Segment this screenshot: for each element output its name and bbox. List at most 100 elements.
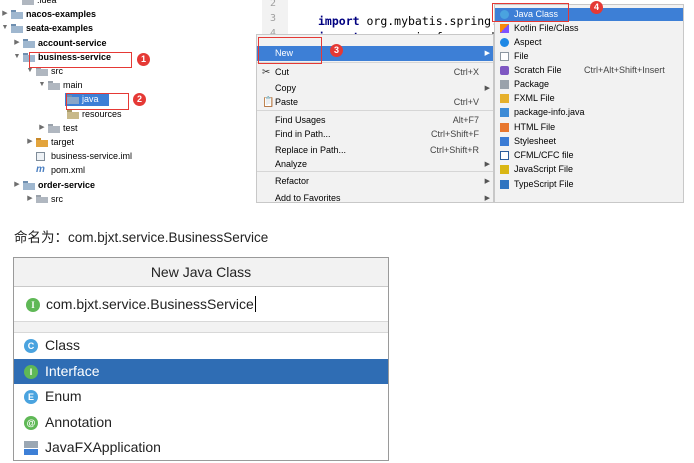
chevron-right-icon[interactable]: ▶ <box>13 36 21 50</box>
menu-item-shortcut: Alt+F7 <box>452 115 479 125</box>
submenu-item-label: Stylesheet <box>514 136 557 146</box>
menu-item-shortcut: Ctrl+Shift+R <box>429 145 479 155</box>
kind-option-label: Interface <box>45 362 100 379</box>
tree-item-label: business-service.iml <box>51 151 133 162</box>
folder-icon <box>36 67 48 76</box>
submenu-item-label: Aspect <box>514 36 542 47</box>
menu-item-shortcut: Ctrl+V <box>453 97 479 107</box>
submenu-item-package[interactable]: Package <box>495 78 683 91</box>
submenu-item-javascript-file[interactable]: JavaScript File <box>495 163 683 176</box>
submenu-item-scratch-file[interactable]: Scratch File Ctrl+Alt+Shift+Insert <box>495 64 683 77</box>
submenu-item-package-info-java[interactable]: package-info.java <box>495 106 683 119</box>
module-folder-icon <box>11 24 23 34</box>
aspect-icon <box>500 37 509 47</box>
folder-icon <box>36 194 48 203</box>
module-folder-icon <box>11 10 23 20</box>
highlight-business-service <box>29 52 132 68</box>
submenu-item-cfml-cfc-file[interactable]: CFML/CFC file <box>495 149 683 162</box>
annotation-icon: @ <box>24 415 38 430</box>
menu-item-paste[interactable]: 📋 Paste Ctrl+V <box>257 95 493 110</box>
kind-option-enum[interactable]: E Enum <box>14 384 388 409</box>
menu-item-find-in-path[interactable]: Find in Path... Ctrl+Shift+F <box>257 127 493 142</box>
menu-item-add-to-favorites[interactable]: Add to Favorites ▶ <box>257 191 493 206</box>
menu-separator <box>257 171 493 172</box>
chevron-right-icon[interactable]: ▶ <box>1 7 9 21</box>
menu-item-label: Cut <box>275 67 290 77</box>
tree-item-src[interactable]: ▶ src <box>0 192 262 203</box>
menu-item-find-usages[interactable]: Find Usages Alt+F7 <box>257 113 493 128</box>
resources-folder-icon <box>67 109 79 119</box>
interface-icon: I <box>26 298 40 312</box>
callout-badge-4: 4 <box>590 1 603 14</box>
tree-item-label: src <box>51 193 63 203</box>
tree-item-test[interactable]: ▶ test <box>0 121 262 135</box>
tree-item-order-service[interactable]: ▶ order-service <box>0 178 262 192</box>
tree-item-nacos-examples[interactable]: ▶ nacos-examples <box>0 7 262 21</box>
cfml-icon <box>500 151 509 160</box>
clipboard-icon: 📋 <box>262 97 275 108</box>
menu-item-label: Refactor <box>275 176 310 186</box>
chevron-right-icon[interactable]: ▶ <box>26 192 34 203</box>
typescript-icon <box>500 180 509 189</box>
chevron-right-icon[interactable]: ▶ <box>13 178 21 192</box>
menu-item-analyze[interactable]: Analyze ▶ <box>257 157 493 172</box>
line-number: 2 <box>270 0 277 9</box>
kind-option-interface[interactable]: I Interface <box>14 358 388 384</box>
tree-item-label: target <box>51 137 75 147</box>
package-icon <box>500 80 509 89</box>
menu-item-copy[interactable]: Copy ▶ <box>257 81 493 96</box>
submenu-item-fxml-file[interactable]: FXML File <box>495 92 683 105</box>
menu-item-refactor[interactable]: Refactor ▶ <box>257 174 493 189</box>
submenu-item-kotlin-file-class[interactable]: Kotlin File/Class <box>495 22 683 35</box>
submenu-arrow-icon: ▶ <box>484 195 490 202</box>
tree-item-pom-xml[interactable]: m pom.xml <box>0 163 262 177</box>
code-keyword: import <box>318 14 360 28</box>
tree-item-java[interactable]: java <box>0 92 262 106</box>
scissors-icon: ✂ <box>262 67 271 78</box>
chevron-down-icon[interactable]: ▼ <box>13 50 21 64</box>
submenu-item-html-file[interactable]: HTML File <box>495 121 683 134</box>
chevron-right-icon[interactable]: ▶ <box>26 135 34 149</box>
submenu-item-stylesheet[interactable]: Stylesheet <box>495 135 683 148</box>
tree-item-resources[interactable]: resources <box>0 107 262 121</box>
menu-item-label: Find Usages <box>275 115 326 125</box>
module-folder-icon <box>23 38 35 48</box>
submenu-item-label: File <box>514 51 529 61</box>
menu-item-cut[interactable]: ✂ Cut Ctrl+X <box>257 65 493 80</box>
class-name-value: com.bjxt.service.BusinessService <box>46 296 254 312</box>
chevron-down-icon[interactable]: ▼ <box>1 21 9 35</box>
tree-item-target[interactable]: ▶ target <box>0 135 262 149</box>
line-number: 3 <box>270 13 277 24</box>
kind-option-label: Enum <box>45 388 82 405</box>
submenu-item-label: HTML File <box>514 122 556 132</box>
tree-item-account-service[interactable]: ▶ account-service <box>0 36 262 50</box>
code-line: import org.mybatis.spring.a <box>318 14 505 28</box>
callout-badge-2: 2 <box>133 93 146 106</box>
tree-item-business-service-iml[interactable]: business-service.iml <box>0 149 262 163</box>
target-folder-icon <box>36 138 48 147</box>
menu-item-shortcut: Ctrl+Shift+F <box>430 129 479 139</box>
submenu-item-label: TypeScript File <box>514 179 574 189</box>
chevron-down-icon[interactable]: ▼ <box>38 78 46 92</box>
class-name-input[interactable]: I com.bjxt.service.BusinessService <box>14 288 388 322</box>
submenu-item-typescript-file[interactable]: TypeScript File <box>495 178 683 191</box>
chevron-right-icon[interactable]: ▶ <box>38 121 46 135</box>
stylesheet-icon <box>500 137 509 146</box>
javafx-app-icon <box>24 441 38 456</box>
tree-item-seata-examples[interactable]: ▼ seata-examples <box>0 21 262 35</box>
tree-item-main[interactable]: ▼ main <box>0 78 262 92</box>
kind-option-annotation[interactable]: @ Annotation <box>14 410 388 435</box>
tree-item-idea[interactable]: .idea <box>0 0 262 7</box>
submenu-item-file[interactable]: File <box>495 50 683 63</box>
kind-option-javafxapplication[interactable]: JavaFXApplication <box>14 435 388 460</box>
kind-option-class[interactable]: C Class <box>14 333 388 358</box>
menu-item-replace-in-path[interactable]: Replace in Path... Ctrl+Shift+R <box>257 143 493 158</box>
screenshot-stage: .idea ▶ nacos-examples ▼ seata-examples ▶ acco… <box>0 0 694 463</box>
folder-icon <box>22 0 34 5</box>
package-info-icon <box>500 108 509 117</box>
kind-option-label: Annotation <box>45 413 112 430</box>
tree-item-label: .idea <box>37 0 57 5</box>
highlight-new-menu <box>258 37 322 64</box>
submenu-item-aspect[interactable]: Aspect <box>495 36 683 49</box>
scratch-file-icon <box>500 66 509 75</box>
